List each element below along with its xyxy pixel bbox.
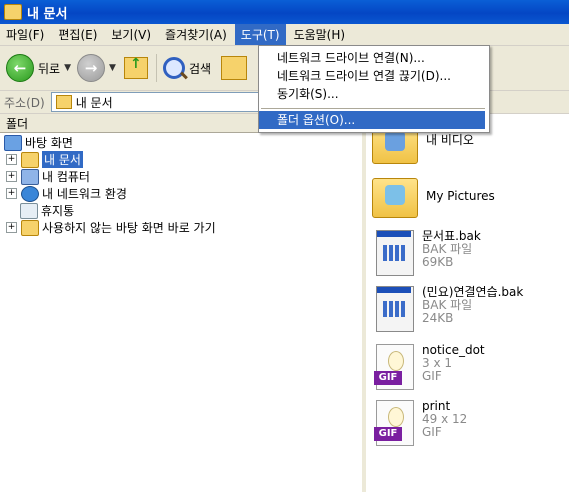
file-name: My Pictures	[426, 189, 495, 203]
expand-icon[interactable]: +	[6, 171, 17, 182]
expand-icon[interactable]: +	[6, 222, 17, 233]
file-type: GIF	[422, 425, 442, 439]
tree-item-label: 바탕 화면	[25, 136, 73, 150]
folder-icon	[55, 95, 72, 109]
network-icon	[21, 185, 39, 202]
back-button[interactable]: ← 뒤로 ▼	[6, 52, 71, 84]
list-item[interactable]: GIF print 49 x 12 GIF	[374, 400, 467, 446]
gif-file-icon: GIF	[374, 344, 414, 390]
file-type: GIF	[422, 369, 442, 383]
tree-item-network[interactable]: + 내 네트워크 환경	[6, 185, 127, 202]
magnifier-icon	[162, 57, 185, 79]
search-label: 검색	[188, 61, 212, 76]
menu-bar: 파일(F) 편집(E) 보기(V) 즐겨찾기(A) 도구(T) 도움말(H)	[0, 24, 569, 46]
list-item[interactable]: (민요)연결연습.bak BAK 파일 24KB	[376, 286, 523, 332]
gif-file-icon: GIF	[374, 400, 414, 446]
file-list: 내 비디오 My Pictures 문서표.bak BAK 파일 69KB (민…	[366, 114, 569, 492]
menu-item-disconnect-network-drive[interactable]: 네트워크 드라이브 연결 끊기(D)...	[259, 67, 485, 85]
list-item[interactable]: 문서표.bak BAK 파일 69KB	[376, 230, 481, 276]
file-size: 24KB	[422, 311, 454, 325]
window-title: 내 문서	[27, 6, 68, 22]
menu-tools[interactable]: 도구(T)	[234, 24, 286, 45]
desktop-icon	[4, 134, 22, 151]
tree-item-desktop[interactable]: 바탕 화면	[4, 134, 73, 151]
back-dropdown-icon[interactable]: ▼	[64, 63, 71, 73]
folder-icon	[21, 219, 39, 236]
file-name: 내 비디오	[426, 133, 474, 147]
menu-item-map-network-drive[interactable]: 네트워크 드라이브 연결(N)...	[259, 49, 485, 67]
menu-separator	[261, 108, 485, 109]
tree-item-recycle-bin[interactable]: 휴지통	[20, 202, 74, 219]
list-item[interactable]: My Pictures	[372, 178, 495, 218]
list-item[interactable]: GIF notice_dot 3 x 1 GIF	[374, 344, 485, 390]
forward-dropdown-icon[interactable]: ▼	[109, 63, 116, 73]
search-button[interactable]: 검색	[162, 57, 212, 79]
menu-file[interactable]: 파일(F)	[0, 24, 50, 45]
tree-item-label: 휴지통	[41, 204, 75, 218]
menu-item-synchronize[interactable]: 동기화(S)...	[259, 85, 485, 103]
menu-favorites[interactable]: 즐겨찾기(A)	[159, 24, 233, 45]
file-size: 69KB	[422, 255, 454, 269]
back-label: 뒤로	[38, 61, 61, 76]
folders-pane-title: 폴더	[6, 116, 29, 131]
toolbar-separator	[155, 54, 157, 82]
expand-icon[interactable]: +	[6, 154, 17, 165]
tree-item-label: 내 컴퓨터	[42, 170, 90, 184]
back-arrow-icon: ←	[6, 54, 34, 82]
menu-edit[interactable]: 편집(E)	[52, 24, 103, 45]
menu-view[interactable]: 보기(V)	[105, 24, 157, 45]
computer-icon	[21, 168, 39, 185]
menu-help[interactable]: 도움말(H)	[288, 24, 352, 45]
tree-item-my-documents[interactable]: + 내 문서	[6, 151, 83, 168]
tools-menu-dropdown: 네트워크 드라이브 연결(N)... 네트워크 드라이브 연결 끊기(D)...…	[258, 45, 490, 133]
folders-icon[interactable]	[221, 56, 248, 80]
forward-button[interactable]: → ▼	[77, 52, 116, 84]
address-value: 내 문서	[75, 95, 113, 110]
tree-item-label: 사용하지 않는 바탕 화면 바로 가기	[42, 221, 216, 235]
address-label: 주소(D)	[4, 95, 45, 110]
tree-item-my-computer[interactable]: + 내 컴퓨터	[6, 168, 90, 185]
title-bar: 내 문서	[0, 0, 569, 24]
my-documents-icon	[21, 151, 39, 168]
recycle-bin-icon	[20, 202, 38, 219]
menu-item-folder-options[interactable]: 폴더 옵션(O)...	[259, 111, 485, 129]
bak-file-icon	[376, 230, 414, 276]
folder-icon	[4, 4, 22, 20]
folder-icon	[372, 178, 418, 218]
tree-item-label: 내 네트워크 환경	[42, 187, 127, 201]
forward-arrow-icon: →	[77, 54, 106, 82]
expand-icon[interactable]: +	[6, 188, 17, 199]
tree-item-unused-shortcuts[interactable]: + 사용하지 않는 바탕 화면 바로 가기	[6, 219, 216, 236]
up-folder-icon[interactable]	[123, 56, 148, 79]
tree-item-label: 내 문서	[42, 151, 83, 168]
folder-tree: 바탕 화면 + 내 문서 + 내 컴퓨터 + 내 네트워크 환경 휴지통 + 사…	[0, 133, 366, 492]
bak-file-icon	[376, 286, 414, 332]
